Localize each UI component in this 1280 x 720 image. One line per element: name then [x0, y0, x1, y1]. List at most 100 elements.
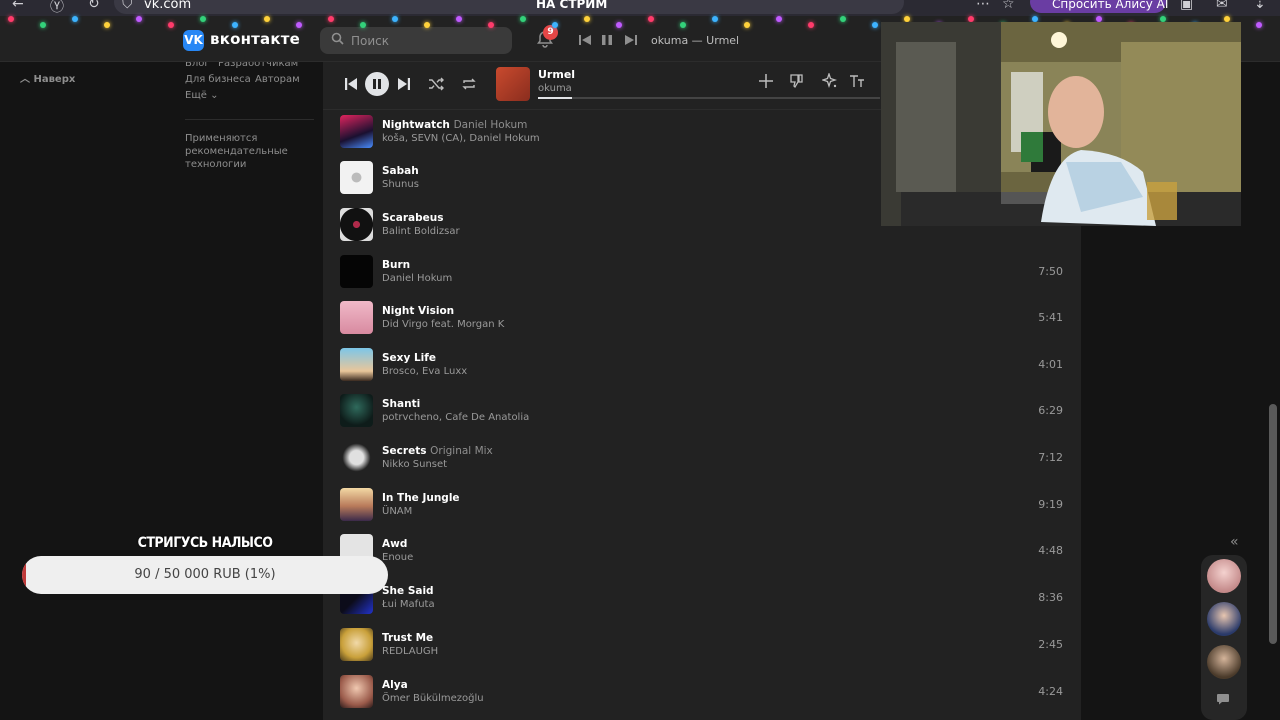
donation-goal-text: 90 / 50 000 RUB (1%) [134, 567, 276, 582]
dislike-icon[interactable] [788, 73, 804, 89]
track-artist[interactable]: Brosco, Eva Luxx [382, 366, 467, 377]
header-prev-icon[interactable] [578, 34, 592, 46]
track-duration: 5:41 [1038, 311, 1063, 324]
browser-toolbar: ← Ⓨ ↻ ⛉ vk.com НА СТРИМ ⋯ ☆ Спросить Али… [0, 0, 1280, 16]
address-bar[interactable] [114, 0, 904, 14]
track-row[interactable]: Secrets Original Mix Nikko Sunset 7:12 [323, 439, 1081, 485]
reload-icon[interactable]: ↻ [88, 0, 100, 12]
collapse-chats-icon[interactable]: « [1230, 534, 1239, 550]
track-duration: 8:36 [1038, 591, 1063, 604]
track-row[interactable]: Sexy Life Brosco, Eva Luxx 4:01 [323, 346, 1081, 392]
recommendation-note: Применяются рекомендательные технологии [185, 133, 288, 170]
downloads-icon[interactable]: ⇣ [1254, 0, 1266, 12]
header-next-icon[interactable] [624, 34, 638, 46]
track-title: Night Vision [382, 305, 455, 317]
track-title: Burn [382, 259, 411, 271]
track-title: Scarabeus [382, 212, 444, 224]
add-icon[interactable] [758, 73, 774, 89]
footer-link-business[interactable]: Для бизнеса [185, 74, 251, 85]
yandex-icon[interactable]: Ⓨ [50, 0, 64, 16]
track-cover [340, 394, 373, 427]
track-duration: 4:01 [1038, 358, 1063, 371]
track-artist[interactable]: ÜNAM [382, 506, 412, 517]
track-artist[interactable]: Shunus [382, 179, 419, 190]
chat-avatar[interactable] [1207, 602, 1241, 636]
track-artist[interactable]: Did Virgo feat. Morgan K [382, 319, 504, 330]
track-row[interactable]: Shanti potrvcheno, Cafe De Anatolia 6:29 [323, 392, 1081, 438]
chevron-up-icon: ︿ [20, 74, 34, 85]
footer-link-more[interactable]: Ещё ⌄ [185, 90, 218, 101]
divider [185, 119, 314, 120]
track-cover [340, 115, 373, 148]
track-title: Trust Me [382, 632, 434, 644]
donation-goal-title: СТРИГУСЬ НАЛЫСО [137, 535, 273, 551]
current-track-title[interactable]: Urmel [538, 68, 575, 81]
track-title: Sabah [382, 165, 419, 177]
track-artist[interactable]: koša, SEVN (CA), Daniel Hokum [382, 133, 540, 144]
alice-button-label: Спросить Алису AI [1052, 0, 1169, 11]
track-cover [340, 675, 373, 708]
vk-logo-text[interactable]: вконтакте [210, 30, 300, 48]
page-scrollbar[interactable] [1269, 404, 1277, 644]
webcam-overlay [881, 22, 1241, 226]
notifications-badge: 9 [543, 25, 558, 40]
track-cover [340, 628, 373, 661]
track-cover [340, 208, 373, 241]
current-track-cover[interactable] [496, 67, 530, 101]
footer-link-authors[interactable]: Авторам [255, 74, 300, 85]
track-artist[interactable]: REDLAUGH [382, 646, 438, 657]
track-artist[interactable]: Daniel Hokum [382, 273, 452, 284]
track-cover [340, 301, 373, 334]
track-cover [340, 348, 373, 381]
track-artist[interactable]: Łui Mafuta [382, 599, 435, 610]
track-duration: 2:45 [1038, 638, 1063, 651]
more-icon[interactable]: ⋯ [976, 0, 990, 12]
scroll-to-top-link[interactable]: ︿ Наверх [20, 70, 75, 85]
previous-track-icon[interactable] [343, 76, 359, 92]
track-artist[interactable]: Balint Boldizsar [382, 226, 460, 237]
pause-button[interactable] [365, 72, 389, 96]
lyrics-icon[interactable] [849, 73, 865, 89]
bookmark-icon[interactable]: ☆ [1002, 0, 1015, 12]
back-icon[interactable]: ← [12, 0, 24, 12]
track-title: Alya [382, 679, 408, 691]
track-title: She Said [382, 585, 434, 597]
pause-icon [373, 79, 381, 89]
to-top-label: Наверх [33, 74, 76, 85]
current-track-artist[interactable]: okuma [538, 83, 572, 94]
track-artist[interactable]: Nikko Sunset [382, 459, 447, 470]
chat-avatar[interactable] [1207, 645, 1241, 679]
track-cover [340, 161, 373, 194]
track-row[interactable]: Alya Ömer Bükülmezoğlu 4:24 [323, 673, 1081, 719]
track-row[interactable]: She Said Łui Mafuta 8:36 [323, 579, 1081, 625]
track-duration: 7:50 [1038, 265, 1063, 278]
track-duration: 9:19 [1038, 498, 1063, 511]
chat-avatar[interactable] [1207, 559, 1241, 593]
chat-bubbles-icon[interactable]: ✉ [1216, 0, 1228, 12]
webcam-image [881, 22, 1241, 226]
repeat-icon[interactable] [461, 76, 477, 92]
track-title: Secrets Original Mix [382, 445, 493, 457]
track-row[interactable]: Trust Me REDLAUGH 2:45 [323, 626, 1081, 672]
track-row[interactable]: In The Jungle ÜNAM 9:19 [323, 486, 1081, 532]
header-pause-icon[interactable] [600, 34, 614, 46]
track-row[interactable]: Night Vision Did Virgo feat. Morgan K 5:… [323, 299, 1081, 345]
messages-icon[interactable] [1216, 693, 1230, 705]
search-input[interactable] [320, 27, 512, 54]
vk-logo-icon[interactable]: VK [183, 30, 204, 51]
track-row[interactable]: Awd Enoue 4:48 [323, 532, 1081, 578]
track-duration: 7:12 [1038, 451, 1063, 464]
extension-icon[interactable]: ▣ [1180, 0, 1193, 12]
sparkle-icon[interactable] [822, 73, 838, 89]
track-artist[interactable]: Ömer Bükülmezoğlu [382, 693, 484, 704]
track-title: In The Jungle [382, 492, 460, 504]
track-title: Sexy Life [382, 352, 436, 364]
playback-progress-bar[interactable] [538, 97, 880, 99]
header-now-playing[interactable]: okuma — Urmel [651, 34, 739, 47]
shuffle-icon[interactable] [428, 76, 444, 92]
next-track-icon[interactable] [396, 76, 412, 92]
track-artist[interactable]: potrvcheno, Cafe De Anatolia [382, 412, 529, 423]
shield-icon: ⛉ [122, 0, 133, 12]
track-artist[interactable]: Enoue [382, 552, 413, 563]
track-row[interactable]: Burn Daniel Hokum 7:50 [323, 253, 1081, 299]
